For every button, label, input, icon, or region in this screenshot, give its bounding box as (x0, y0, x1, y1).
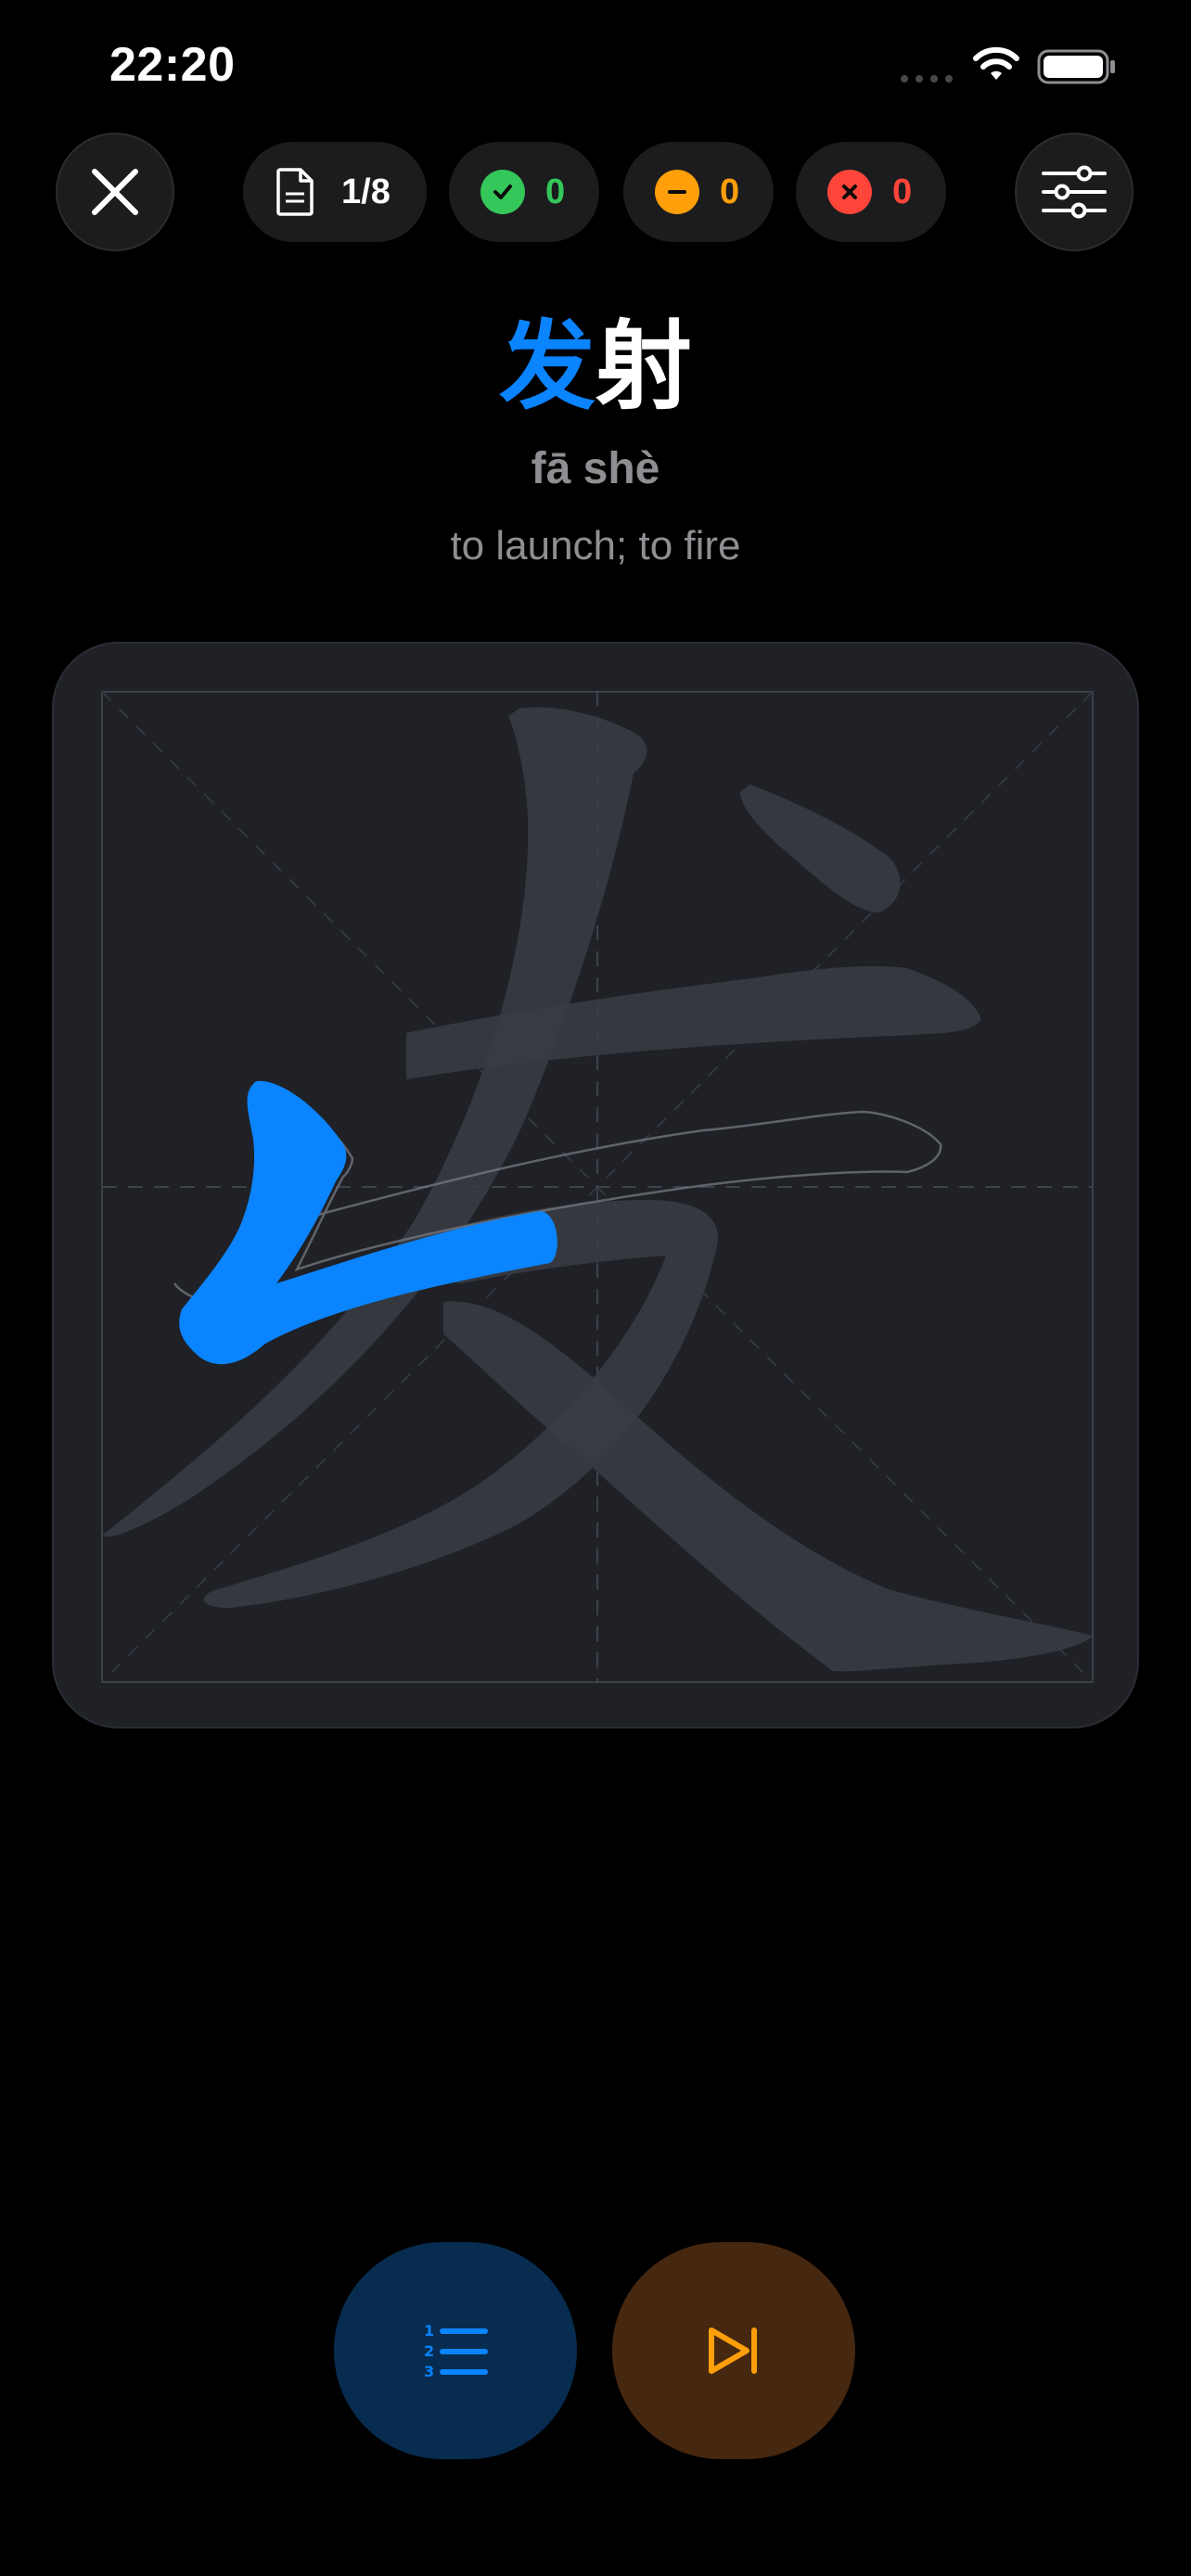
partial-count: 0 (720, 172, 740, 211)
settings-button[interactable] (1015, 133, 1133, 251)
current-character: 发 (498, 310, 596, 423)
svg-text:1: 1 (424, 2322, 434, 2340)
cellular-signal-icon (901, 75, 953, 83)
battery-icon (1037, 49, 1115, 84)
sliders-icon (1042, 165, 1107, 219)
character-canvas-svg (101, 691, 1094, 1683)
close-button[interactable] (56, 133, 174, 251)
ghost-stroke (406, 966, 981, 1079)
status-time: 22:20 (109, 38, 236, 92)
meaning: to launch; to fire (450, 523, 741, 568)
skip-button[interactable] (612, 2242, 855, 2459)
ghost-stroke (740, 784, 901, 912)
wifi-icon (973, 46, 1019, 80)
minus-circle-icon (655, 170, 699, 214)
progress-label: 1/8 (341, 172, 391, 211)
correct-count: 0 (545, 172, 566, 211)
wrong-count: 0 (892, 172, 913, 211)
document-icon (276, 168, 314, 216)
svg-text:2: 2 (424, 2342, 434, 2360)
svg-text:3: 3 (424, 2363, 434, 2380)
word-characters: 发射 (0, 306, 1191, 427)
skip-forward-icon (709, 2327, 757, 2374)
checkmark-circle-icon (480, 170, 525, 214)
partial-count-pill[interactable]: 0 (623, 142, 774, 242)
wrong-count-pill[interactable]: 0 (796, 142, 946, 242)
x-circle-icon (827, 170, 872, 214)
close-icon (92, 169, 138, 215)
remaining-characters: 射 (596, 310, 693, 423)
correct-count-pill[interactable]: 0 (449, 142, 599, 242)
numbered-list-icon: 1 2 3 (424, 2322, 488, 2380)
pinyin: fā shè (531, 444, 660, 493)
progress-pill[interactable]: 1/8 (243, 142, 427, 242)
stroke-order-button[interactable]: 1 2 3 (334, 2242, 577, 2459)
writing-canvas[interactable] (52, 642, 1139, 1728)
